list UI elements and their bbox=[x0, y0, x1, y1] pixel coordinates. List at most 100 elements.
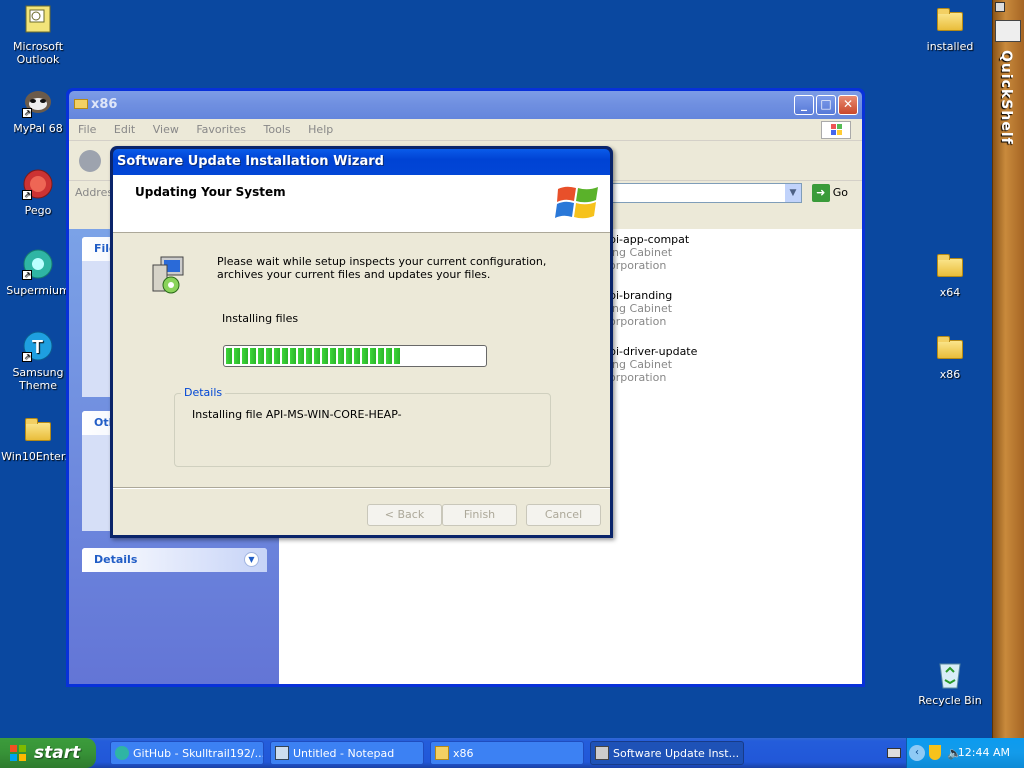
menu-view[interactable]: View bbox=[153, 123, 179, 136]
maximize-button[interactable]: □ bbox=[816, 95, 836, 115]
close-button[interactable]: ✕ bbox=[838, 95, 858, 115]
start-button[interactable]: start bbox=[0, 738, 96, 768]
desktop-icon-samsung-theme[interactable]: T ↗ Samsung Theme bbox=[0, 330, 76, 392]
quickshelf-folder-icon[interactable] bbox=[995, 20, 1021, 42]
wizard-header-title: Updating Your System bbox=[135, 185, 286, 199]
desktop-icon-label: x86 bbox=[939, 368, 961, 381]
quickshelf-label: QuickShelf bbox=[998, 50, 1014, 145]
desktop-icon-pego[interactable]: ↗ Pego bbox=[0, 168, 76, 217]
windows-flag-icon bbox=[10, 745, 26, 761]
desktop-icon-label: Microsoft Outlook bbox=[12, 40, 64, 66]
folder-icon bbox=[934, 250, 966, 282]
desktop-icon-label: Supermium bbox=[6, 284, 70, 297]
menu-bar: File Edit View Favorites Tools Help bbox=[69, 119, 862, 141]
finish-button[interactable]: Finish bbox=[442, 504, 517, 526]
windows-flag-icon bbox=[821, 121, 851, 139]
taskbar-item-label: Untitled - Notepad bbox=[293, 747, 395, 760]
progress-fill bbox=[226, 348, 402, 364]
keyboard-icon[interactable] bbox=[887, 748, 901, 758]
taskbar-item-software-update[interactable]: Software Update Inst... bbox=[590, 741, 744, 765]
install-status: Installing files bbox=[222, 312, 299, 325]
list-item[interactable]: pi-branding ing Cabinet orporation bbox=[609, 289, 672, 328]
go-label: Go bbox=[832, 186, 848, 199]
quickshelf-menu-icon[interactable] bbox=[995, 2, 1005, 12]
details-text: Installing file API-MS-WIN-CORE-HEAP- bbox=[192, 408, 402, 421]
menu-tools[interactable]: Tools bbox=[264, 123, 291, 136]
browser-icon bbox=[115, 746, 129, 760]
desktop-icon-mypal[interactable]: ↗ MyPal 68 bbox=[0, 86, 76, 135]
folder-icon bbox=[934, 4, 966, 36]
file-company: orporation bbox=[609, 315, 667, 328]
shortcut-arrow-icon: ↗ bbox=[22, 270, 32, 280]
desktop-icon-label: x64 bbox=[939, 286, 961, 299]
shortcut-arrow-icon: ↗ bbox=[22, 108, 32, 118]
details-panel: Details ▼ bbox=[82, 548, 267, 572]
cancel-button[interactable]: Cancel bbox=[526, 504, 601, 526]
desktop-icon-label: installed bbox=[926, 40, 974, 53]
chevron-down-icon[interactable]: ▼ bbox=[785, 184, 801, 202]
tray-expand-icon[interactable]: ‹ bbox=[909, 745, 925, 761]
list-item[interactable]: pi-driver-update ing Cabinet orporation bbox=[609, 345, 697, 384]
desktop-icon-installed[interactable]: installed bbox=[912, 4, 988, 53]
desktop-icon-supermium[interactable]: ↗ Supermium bbox=[0, 248, 76, 297]
file-company: orporation bbox=[609, 259, 667, 272]
file-type: ing Cabinet bbox=[609, 302, 673, 315]
shortcut-arrow-icon: ↗ bbox=[22, 352, 32, 362]
menu-favorites[interactable]: Favorites bbox=[196, 123, 246, 136]
taskbar-item-x86[interactable]: x86 bbox=[430, 741, 584, 765]
details-header[interactable]: Details bbox=[82, 548, 267, 572]
details-legend: Details bbox=[181, 386, 226, 399]
details-groupbox: Details Installing file API-MS-WIN-CORE-… bbox=[174, 386, 551, 467]
setup-icon bbox=[595, 746, 609, 760]
wizard-message: Please wait while setup inspects your cu… bbox=[217, 255, 547, 281]
menu-file[interactable]: File bbox=[78, 123, 96, 136]
desktop-icon-x64[interactable]: x64 bbox=[912, 250, 988, 299]
file-company: orporation bbox=[609, 371, 667, 384]
window-title: x86 bbox=[91, 97, 118, 112]
go-button[interactable]: ➜ Go bbox=[811, 184, 848, 202]
menu-edit[interactable]: Edit bbox=[114, 123, 135, 136]
installation-wizard-dialog: Software Update Installation Wizard Upda… bbox=[110, 146, 613, 538]
start-label: start bbox=[34, 743, 81, 763]
quickshelf-bar[interactable]: QuickShelf bbox=[992, 0, 1024, 738]
taskbar: start GitHub - Skulltrail192/... Untitle… bbox=[0, 738, 1024, 768]
notepad-icon bbox=[275, 746, 289, 760]
back-icon[interactable] bbox=[79, 150, 101, 172]
desktop-icon-outlook[interactable]: Microsoft Outlook bbox=[0, 4, 76, 66]
file-name: pi-app-compat bbox=[609, 233, 690, 246]
shortcut-arrow-icon: ↗ bbox=[22, 190, 32, 200]
folder-icon bbox=[435, 746, 449, 760]
chevron-down-icon[interactable]: ▼ bbox=[244, 552, 259, 567]
go-arrow-icon: ➜ bbox=[811, 184, 830, 202]
folder-icon bbox=[934, 332, 966, 364]
recycle-bin-icon bbox=[934, 658, 966, 690]
taskbar-item-notepad[interactable]: Untitled - Notepad bbox=[270, 741, 424, 765]
taskbar-item-label: x86 bbox=[453, 747, 474, 760]
desktop-icon-x86[interactable]: x86 bbox=[912, 332, 988, 381]
explorer-titlebar[interactable]: x86 _ □ ✕ bbox=[69, 91, 862, 119]
supermium-icon: ↗ bbox=[22, 248, 54, 280]
windows-logo-icon bbox=[555, 186, 598, 219]
desktop-icon-recycle-bin[interactable]: Recycle Bin bbox=[912, 658, 988, 707]
address-label: Addres bbox=[75, 186, 114, 199]
desktop-icon-label: MyPal 68 bbox=[13, 122, 63, 135]
svg-text:T: T bbox=[32, 337, 43, 357]
raccoon-icon: ↗ bbox=[22, 86, 54, 118]
list-item[interactable]: pi-app-compat ing Cabinet orporation bbox=[609, 233, 689, 272]
back-button[interactable]: < Back bbox=[367, 504, 442, 526]
file-name: pi-driver-update bbox=[609, 345, 698, 358]
desktop-icon-label: Win10Enter... bbox=[1, 450, 75, 463]
folder-icon bbox=[74, 99, 88, 109]
security-shield-icon[interactable] bbox=[929, 745, 941, 760]
minimize-button[interactable]: _ bbox=[794, 95, 814, 115]
wizard-header: Updating Your System bbox=[113, 175, 610, 233]
desktop-icon-win10enter[interactable]: Win10Enter... bbox=[0, 414, 76, 463]
wizard-titlebar[interactable]: Software Update Installation Wizard bbox=[113, 149, 610, 175]
samsung-theme-icon: T ↗ bbox=[22, 330, 54, 362]
taskbar-item-github[interactable]: GitHub - Skulltrail192/... bbox=[110, 741, 264, 765]
setup-computer-icon bbox=[152, 256, 184, 294]
outlook-icon bbox=[22, 4, 54, 36]
taskbar-item-label: Software Update Inst... bbox=[613, 747, 740, 760]
menu-help[interactable]: Help bbox=[308, 123, 333, 136]
pego-icon: ↗ bbox=[22, 168, 54, 200]
